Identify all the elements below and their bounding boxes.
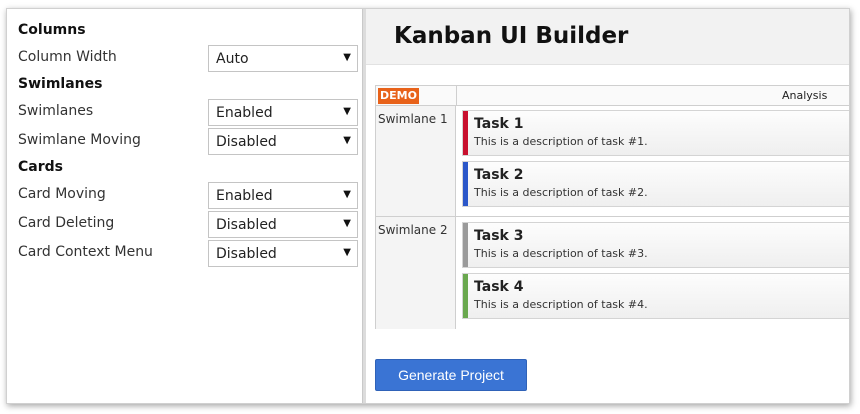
task-card[interactable]: Task 4 This is a description of task #4.: [462, 273, 849, 319]
task-card[interactable]: Task 3 This is a description of task #3.: [462, 222, 849, 268]
card-color-stripe: [463, 162, 468, 206]
column-width-label: Column Width: [18, 49, 117, 65]
generate-project-button[interactable]: Generate Project: [375, 359, 527, 391]
card-title: Task 2: [474, 167, 524, 183]
task-card[interactable]: Task 2 This is a description of task #2.: [462, 161, 849, 207]
swimlanes-label: Swimlanes: [18, 103, 94, 119]
task-card[interactable]: Task 1 This is a description of task #1.: [462, 110, 849, 156]
swimlane-label: Swimlane 1: [378, 112, 448, 126]
card-context-menu-label: Card Context Menu: [18, 244, 153, 260]
kanban-board: DEMO Analysis Swimlane 1 Task 1 This is …: [375, 85, 849, 329]
swimlane-moving-label: Swimlane Moving: [18, 132, 141, 148]
section-title-columns: Columns: [18, 22, 86, 38]
page-title: Kanban UI Builder: [394, 23, 629, 49]
card-color-stripe: [463, 274, 468, 318]
card-color-stripe: [463, 223, 468, 267]
card-deleting-label: Card Deleting: [18, 215, 115, 231]
swimlanes-select[interactable]: Enabled ▼: [208, 99, 358, 126]
column-width-value: Auto: [216, 51, 249, 67]
card-description: This is a description of task #4.: [474, 298, 648, 311]
card-context-menu-value: Disabled: [216, 246, 277, 262]
chevron-down-icon: ▼: [343, 106, 351, 117]
chevron-down-icon: ▼: [343, 218, 351, 229]
column-width-select[interactable]: Auto ▼: [208, 45, 358, 72]
demo-badge: DEMO: [378, 88, 419, 104]
section-title-swimlanes: Swimlanes: [18, 76, 103, 92]
card-title: Task 1: [474, 116, 524, 132]
card-color-stripe: [463, 111, 468, 155]
chevron-down-icon: ▼: [343, 52, 351, 63]
swimlane-1[interactable]: Swimlane 1 Task 1 This is a description …: [376, 106, 849, 217]
chevron-down-icon: ▼: [343, 135, 351, 146]
header-divider: [456, 86, 457, 105]
card-description: This is a description of task #2.: [474, 186, 648, 199]
kanban-header-row: DEMO Analysis: [376, 85, 849, 106]
card-moving-label: Card Moving: [18, 186, 106, 202]
card-deleting-select[interactable]: Disabled ▼: [208, 211, 358, 238]
settings-panel: Columns Column Width Auto ▼ Swimlanes Sw…: [7, 9, 363, 403]
swimlane-moving-select[interactable]: Disabled ▼: [208, 128, 358, 155]
card-description: This is a description of task #1.: [474, 135, 648, 148]
card-title: Task 4: [474, 279, 524, 295]
preview-panel: Kanban UI Builder DEMO Analysis Swimlane…: [366, 9, 849, 403]
card-context-menu-select[interactable]: Disabled ▼: [208, 240, 358, 267]
chevron-down-icon: ▼: [343, 189, 351, 200]
app-window: Columns Column Width Auto ▼ Swimlanes Sw…: [6, 8, 850, 404]
swimlane-label: Swimlane 2: [378, 223, 448, 237]
swimlane-moving-value: Disabled: [216, 134, 277, 150]
swimlane-header: Swimlane 2: [376, 217, 456, 329]
chevron-down-icon: ▼: [343, 247, 351, 258]
swimlanes-value: Enabled: [216, 105, 273, 121]
swimlane-header: Swimlane 1: [376, 106, 456, 217]
card-deleting-value: Disabled: [216, 217, 277, 233]
column-header-analysis: Analysis: [782, 89, 828, 102]
card-description: This is a description of task #3.: [474, 247, 648, 260]
swimlane-2[interactable]: Swimlane 2 Task 3 This is a description …: [376, 217, 849, 329]
card-moving-value: Enabled: [216, 188, 273, 204]
preview-header: Kanban UI Builder: [366, 9, 849, 65]
card-title: Task 3: [474, 228, 524, 244]
section-title-cards: Cards: [18, 159, 63, 175]
card-moving-select[interactable]: Enabled ▼: [208, 182, 358, 209]
